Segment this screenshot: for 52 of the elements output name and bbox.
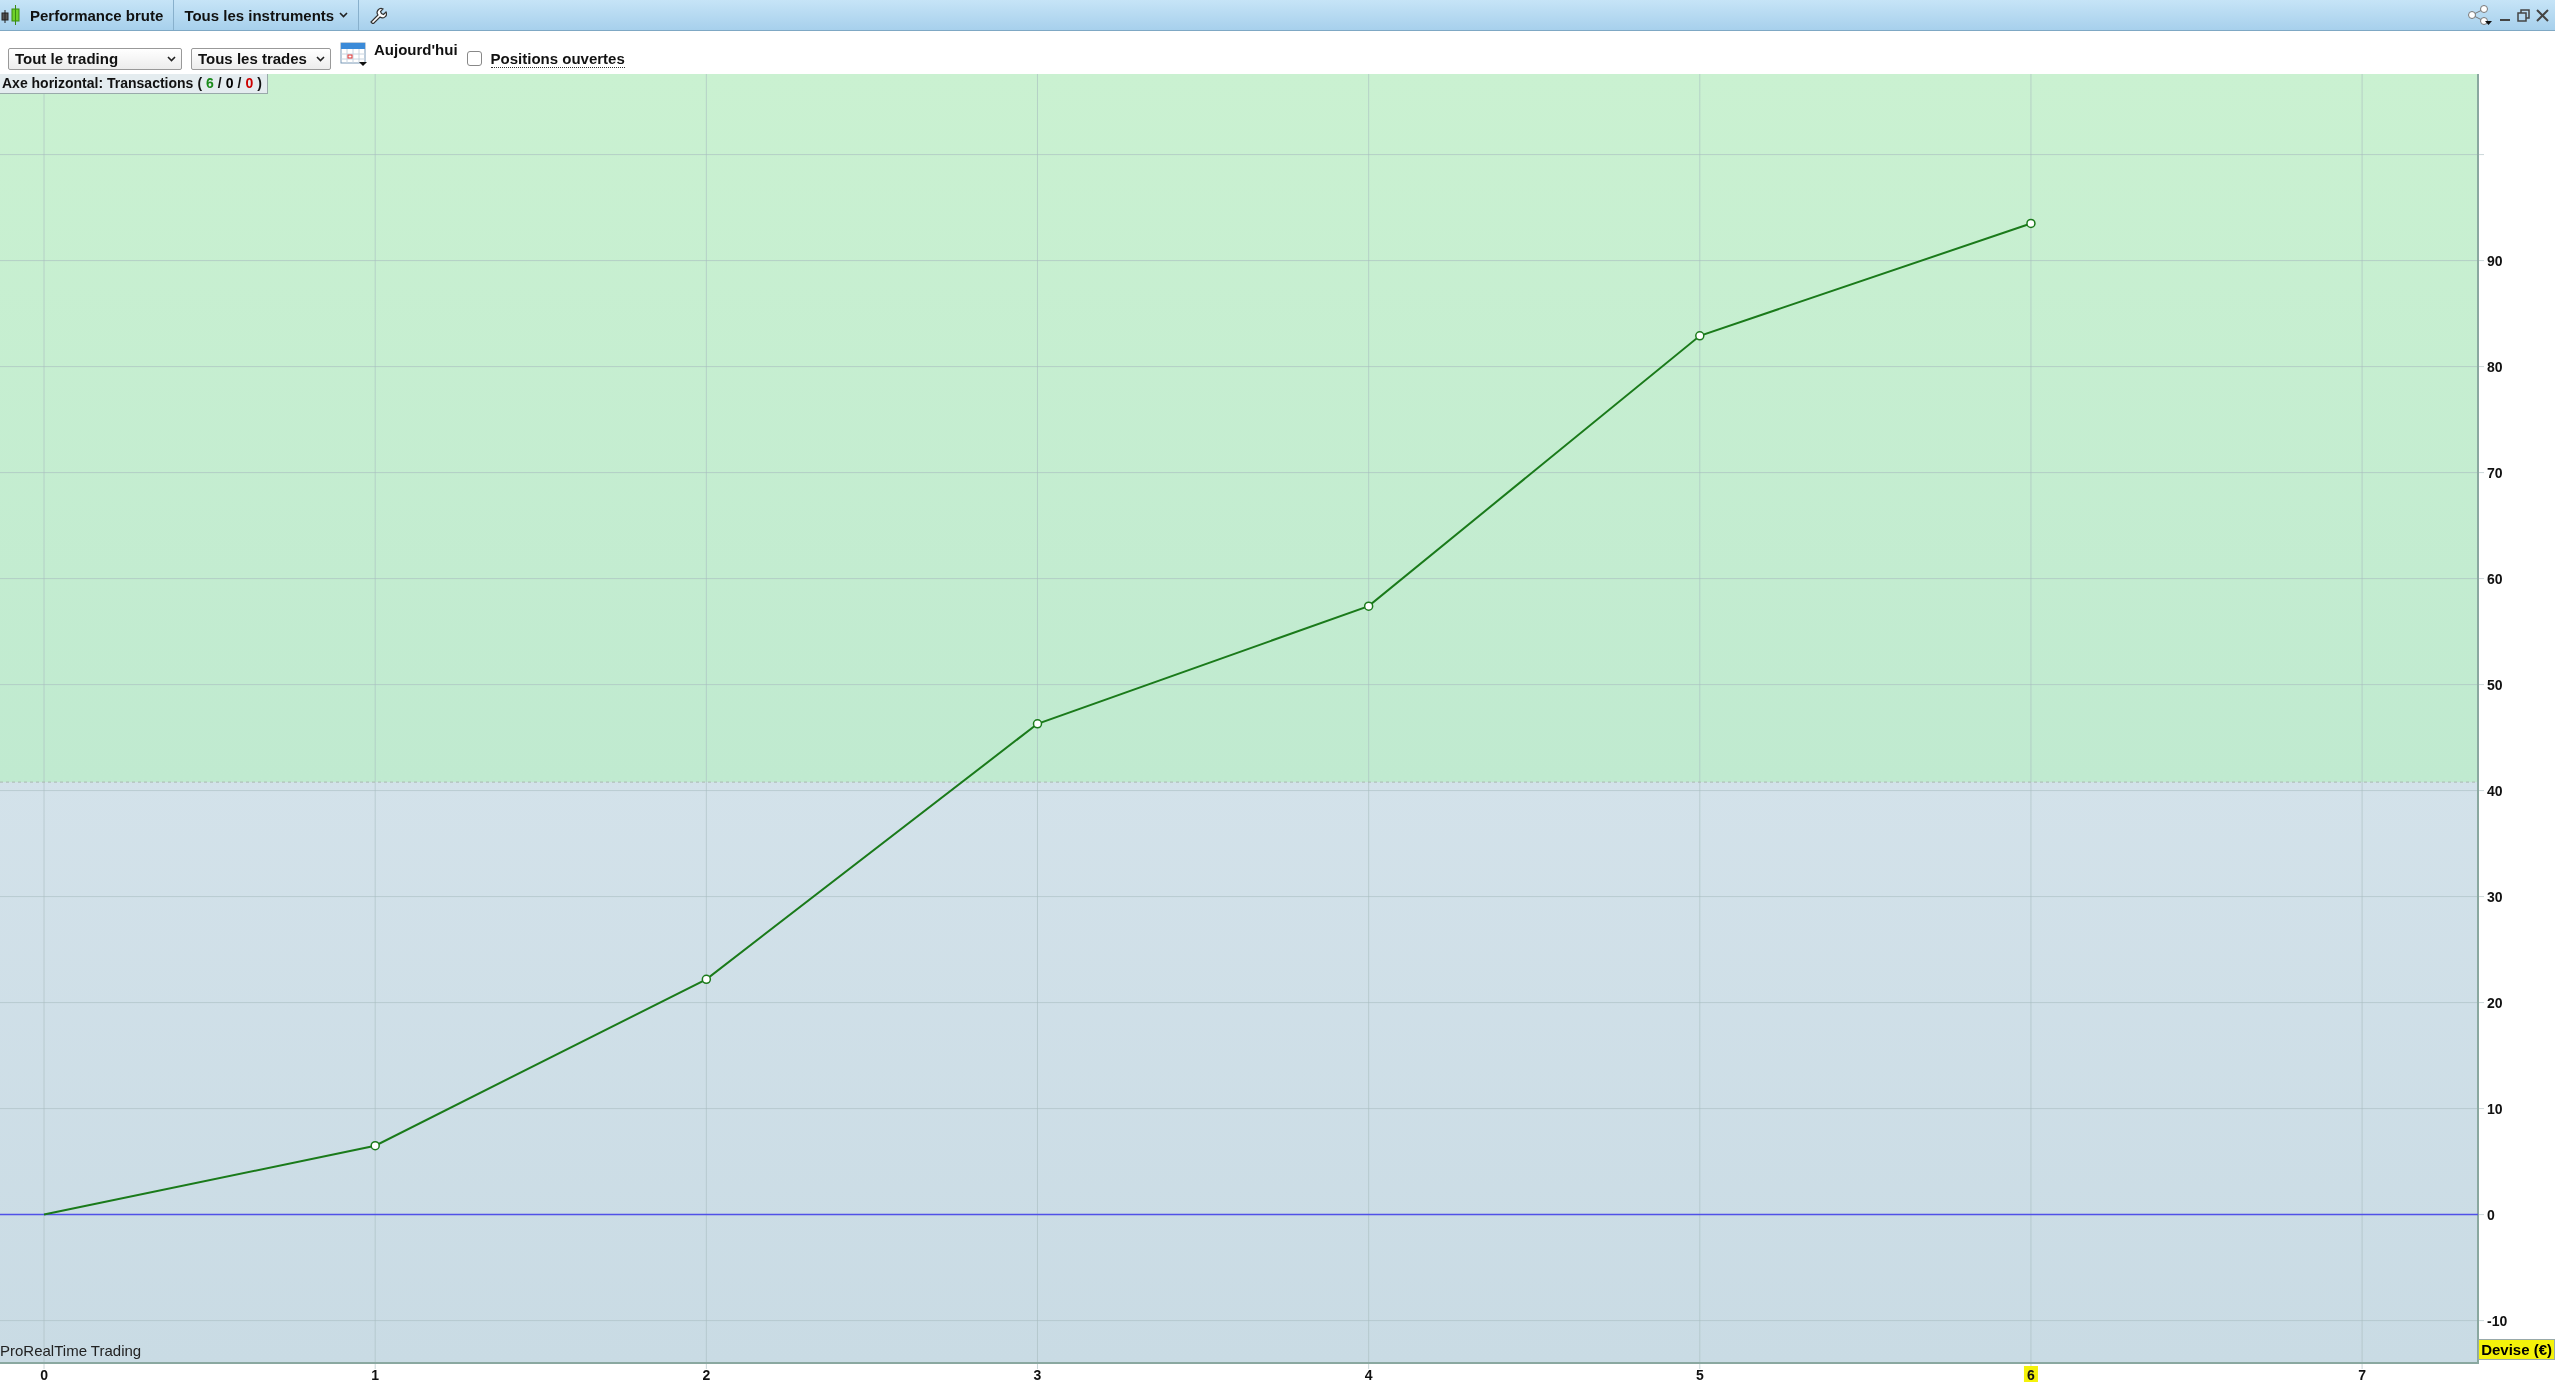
- x-tick-label: 7: [2358, 1367, 2366, 1382]
- y-tick-label: 50: [2487, 676, 2503, 693]
- trading-scope-select[interactable]: Tout le trading: [8, 47, 182, 70]
- data-point: [1363, 601, 1374, 611]
- open-positions-label[interactable]: Positions ouvertes: [490, 49, 625, 68]
- currency-label: Devise (€): [2478, 1339, 2555, 1360]
- data-point: [701, 974, 712, 984]
- y-tick-label: 80: [2487, 358, 2503, 375]
- chevron-icon: [167, 55, 176, 62]
- instruments-dropdown[interactable]: Tous les instruments: [174, 0, 360, 30]
- y-tick-label: 0: [2487, 1206, 2495, 1223]
- x-tick-label: 0: [40, 1367, 48, 1382]
- restore-icon[interactable]: [2517, 8, 2530, 22]
- candlestick-icon: [0, 4, 22, 26]
- separator-text: /: [217, 75, 222, 91]
- x-tick-label: 3: [1033, 1367, 1042, 1382]
- y-tick-label: 40: [2487, 782, 2503, 799]
- x-tick-label: 5: [1695, 1367, 1704, 1382]
- annotation: 6: [2027, 1367, 2036, 1383]
- x-tick-label: 2: [702, 1367, 711, 1382]
- chevron-icon: [316, 55, 325, 62]
- y-tick-label: 60: [2487, 570, 2503, 587]
- calendar-icon[interactable]: [340, 41, 368, 67]
- trades-select[interactable]: Tous les trades: [191, 47, 331, 70]
- chevron-icon: [339, 12, 349, 18]
- x-tick-label: 4: [1364, 1367, 1373, 1382]
- open-positions-checkbox[interactable]: [466, 51, 482, 66]
- wrench-icon[interactable]: [369, 6, 388, 24]
- date-label[interactable]: Aujourd'hui: [374, 41, 458, 58]
- y-tick-label: 70: [2487, 464, 2503, 481]
- watermark-text: ProRealTime Trading: [0, 1342, 142, 1359]
- trade-count: 0: [225, 75, 234, 91]
- data-point: [1032, 719, 1043, 729]
- axis-label: Axe horizontal: Transactions: [2, 75, 194, 91]
- trade-count: 0: [245, 75, 254, 91]
- y-tick-label: 20: [2487, 994, 2503, 1011]
- separator-text: /: [237, 75, 242, 91]
- data-point: [2026, 218, 2036, 229]
- data-point: [370, 1140, 380, 1151]
- bracket-text: ): [257, 75, 262, 91]
- close-icon[interactable]: [2536, 8, 2549, 22]
- y-tick-label: 10: [2487, 1100, 2503, 1117]
- bracket-text: (: [197, 75, 203, 91]
- window-title: Performance brute: [30, 6, 164, 24]
- x-tick-label: 1: [371, 1367, 380, 1382]
- trade-count: 6: [206, 75, 214, 91]
- y-tick-label: -10: [2487, 1312, 2508, 1329]
- y-tick-label: 90: [2487, 252, 2503, 269]
- x-tick-label: 6: [2023, 1366, 2038, 1382]
- share-icon[interactable]: [2467, 4, 2493, 26]
- data-point: [1695, 331, 1705, 341]
- y-tick-label: 30: [2487, 888, 2503, 905]
